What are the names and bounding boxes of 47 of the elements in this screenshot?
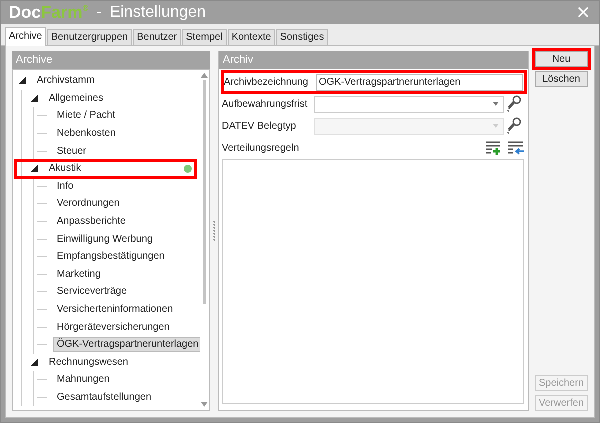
scroll-up-icon[interactable] xyxy=(201,73,208,78)
title-separator: - xyxy=(96,4,102,22)
expand-icon[interactable] xyxy=(29,357,39,368)
magic-wand-icon[interactable] xyxy=(506,95,524,113)
tab[interactable]: Kontexte xyxy=(228,29,276,45)
tree-item[interactable]: Hörgeräteversicherungen xyxy=(53,320,174,335)
tree-item[interactable]: Gesamtaufstellungen xyxy=(53,390,156,405)
window-title: Einstellungen xyxy=(110,4,208,22)
field-label: Aufbewahrungsfrist xyxy=(222,98,309,110)
tree-item[interactable]: Akustik xyxy=(45,161,86,176)
tree-item[interactable]: Rechnungswesen xyxy=(45,354,132,370)
import-rule-icon[interactable] xyxy=(508,141,524,155)
tree-item[interactable]: Anpassberichte xyxy=(53,214,130,230)
tree-item[interactable]: Empfangsbestätigungen xyxy=(53,249,169,264)
tab[interactable]: Benutzer xyxy=(133,29,182,45)
expand-icon[interactable] xyxy=(29,93,39,104)
panel-header: Archiv xyxy=(219,51,528,69)
caret-icon[interactable] xyxy=(493,102,499,106)
add-rule-icon[interactable] xyxy=(486,141,502,155)
tab[interactable]: Sonstiges xyxy=(276,29,328,45)
tree-item[interactable]: Mahnungen xyxy=(53,372,114,388)
field-label: DATEV Belegtyp xyxy=(222,120,298,132)
tree-item[interactable]: ÖGK-Vertragspartnerunterlagen xyxy=(53,337,200,352)
action-button[interactable]: Löschen xyxy=(535,71,588,87)
tree-item[interactable]: Marketing xyxy=(53,266,105,282)
tree-item[interactable]: Einwilligung Werbung xyxy=(53,232,157,247)
tree-item[interactable]: Miete / Pacht xyxy=(53,108,120,124)
tab[interactable]: Archive xyxy=(5,27,46,46)
tree-item[interactable]: Verordnungen xyxy=(53,196,124,212)
tree-item[interactable]: Archivstamm xyxy=(33,73,99,88)
section-label: Verteilungsregeln xyxy=(222,142,300,154)
tab[interactable]: Benutzergruppen xyxy=(47,29,132,45)
app-logo: DocFarm$^{®}$ xyxy=(9,2,89,22)
tree-item[interactable]: Serviceverträge xyxy=(53,284,132,300)
input-field[interactable]: ÖGK-Vertragspartnerunterlagen xyxy=(316,74,523,90)
expand-icon[interactable] xyxy=(17,76,27,86)
panel-header: Archive xyxy=(12,51,210,69)
tree-item[interactable]: Allgemeines xyxy=(45,90,108,106)
field-label: Archivbezeichnung xyxy=(224,76,310,88)
action-button[interactable]: Neu xyxy=(535,51,588,67)
scroll-down-icon[interactable] xyxy=(201,402,208,407)
tree-item[interactable]: Steuer xyxy=(53,144,90,159)
expand-icon[interactable] xyxy=(29,164,39,174)
tree-item[interactable]: Info xyxy=(53,178,78,194)
tree-item[interactable]: Nebenkosten xyxy=(53,126,120,142)
tree-item[interactable]: Versicherteninformationen xyxy=(53,302,178,318)
tab[interactable]: Stempel xyxy=(182,29,227,45)
